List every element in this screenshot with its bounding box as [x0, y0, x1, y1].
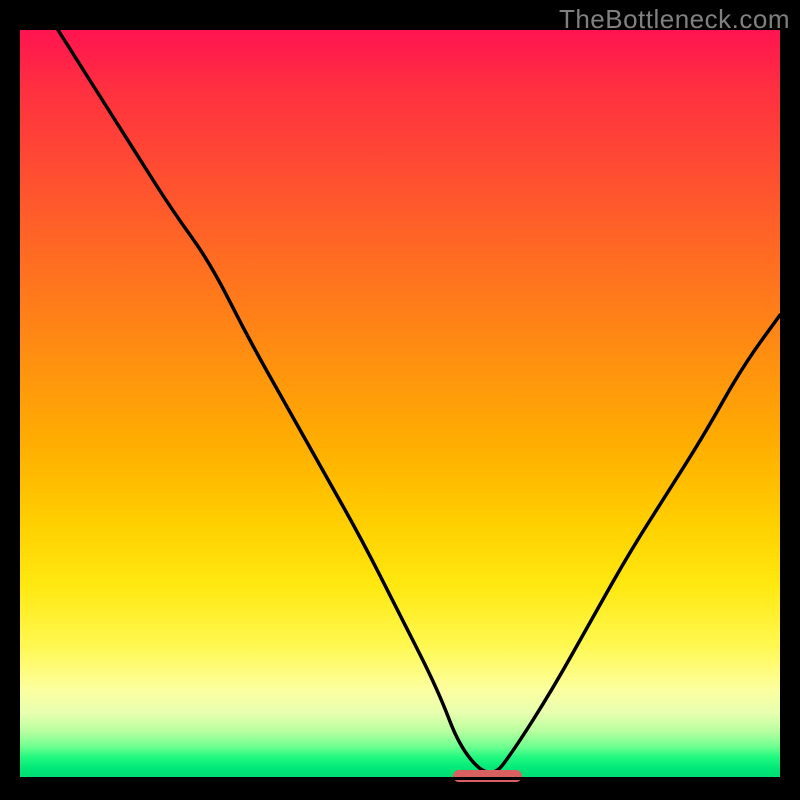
- plot-area: [20, 30, 780, 780]
- bottleneck-curve: [20, 30, 780, 780]
- chart-frame: TheBottleneck.com: [0, 0, 800, 800]
- optimal-range-marker: [453, 770, 521, 782]
- x-axis-baseline: [20, 777, 780, 780]
- watermark-text: TheBottleneck.com: [559, 4, 790, 35]
